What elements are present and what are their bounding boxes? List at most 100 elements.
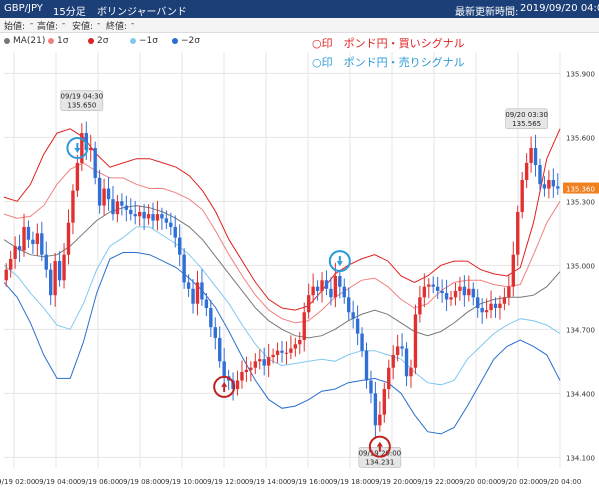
legend-item-minus2sigma[interactable]: −2σ (172, 36, 200, 46)
y-tick-label: 135.900 (566, 70, 595, 78)
indicator-label: ボリンジャーバンド (97, 7, 187, 18)
candle-body (395, 346, 400, 355)
candle-body (302, 312, 306, 340)
candle-body (129, 209, 133, 215)
candle-body (435, 286, 440, 291)
candle-body (324, 280, 329, 289)
legend-item-1sigma[interactable]: 1σ (48, 36, 68, 46)
buy-signal-arrow-stem (223, 386, 226, 392)
y-tick-label: 135.600 (566, 134, 595, 142)
x-tick-label: 09/19 16:00 (287, 478, 330, 486)
candle-body (213, 327, 217, 338)
candle-body (373, 393, 378, 426)
candle-body (178, 237, 182, 255)
callout-price: 135.650 (67, 102, 96, 110)
candle-body (364, 350, 369, 381)
buy-signal-circle (368, 435, 391, 458)
legend-label: 1σ (57, 36, 69, 46)
candle-body (191, 288, 195, 304)
candle-body (258, 359, 262, 362)
candle-body (204, 299, 209, 308)
band-line (3, 128, 561, 311)
open-value: - (30, 19, 34, 29)
candle-body (40, 233, 44, 255)
buy-signal-arrow-icon (376, 441, 383, 447)
chart-canvas[interactable]: 09/19 04:30135.650 09/20 03:30135.565 09/1… (0, 0, 599, 488)
candle-body (71, 190, 75, 223)
y-tick-label: 135.000 (566, 262, 595, 270)
candle-body (53, 261, 57, 296)
y-tick-label: 134.400 (566, 390, 595, 398)
buy-signal-arrow-stem (378, 446, 381, 452)
candle-body (240, 372, 244, 381)
candle-body (507, 286, 511, 298)
sell-signal-annotation: ○印 ポンド円・売りシグナル (312, 55, 465, 69)
candle-body (476, 297, 480, 308)
y-tick-label: 134.700 (566, 326, 595, 334)
candle-body (253, 361, 258, 368)
candle-body (275, 350, 280, 355)
candle-body (467, 288, 471, 296)
candle-body (151, 214, 155, 221)
candle-body (137, 212, 142, 217)
title-bar: GBP/JPY 15分足 ボリンジャーバンド 最新更新時間: 2019/09/2… (0, 0, 599, 18)
candle-body (231, 380, 235, 390)
candle-body (413, 314, 418, 368)
callout-time: 09/19 04:30 (61, 93, 104, 101)
candle-body (529, 148, 533, 163)
legend-label: −1σ (139, 36, 158, 46)
candle-body (262, 359, 266, 366)
candle-body (360, 333, 364, 351)
sell-signal-arrow-icon (336, 261, 343, 267)
legend-item-minus1sigma[interactable]: −1σ (130, 36, 158, 46)
buy-signal-circle (213, 375, 236, 398)
x-tick-label: 09/20 02:00 (497, 478, 540, 486)
candle-body (516, 212, 520, 255)
candle-body (226, 376, 231, 381)
x-tick-label: 09/20 00:00 (455, 478, 498, 486)
x-tick-label: 09/19 14:00 (245, 478, 288, 486)
candle-body (49, 269, 53, 296)
x-tick-label: 09/19 12:00 (203, 478, 246, 486)
legend-item-ma[interactable]: MA(21) (4, 36, 45, 46)
x-tick-label: 09/19 22:00 (413, 478, 456, 486)
band-line (3, 226, 561, 386)
candle-body (311, 286, 315, 296)
candle-body (369, 380, 373, 394)
legend-label: 2σ (97, 36, 109, 46)
candle-body (524, 162, 529, 180)
candle-body (62, 254, 66, 281)
candle-body (351, 312, 355, 319)
candle-body (440, 290, 444, 294)
sell-signal-arrow-stem (76, 143, 79, 148)
candle-body (538, 165, 542, 185)
candle-body (458, 286, 462, 291)
candle-body (182, 254, 186, 283)
candle-body (280, 350, 284, 353)
updated-label: 最新更新時間: (455, 7, 519, 18)
pair-label: GBP/JPY (4, 3, 43, 14)
candle-body (520, 180, 524, 212)
candle-body (547, 180, 551, 189)
candle-body (235, 380, 240, 390)
legend-dot (130, 38, 136, 44)
close-value: - (131, 19, 135, 29)
candle-body (8, 258, 13, 270)
x-tick-label: 09/20 04:00 (539, 478, 582, 486)
candle-body (404, 348, 409, 377)
candle-body (84, 133, 88, 151)
sell-signal-circle (328, 250, 351, 273)
sell-signal-arrow-icon (74, 148, 81, 153)
candle-body (551, 180, 556, 187)
last-price-label: 135.360 (566, 186, 595, 194)
legend-item-2sigma[interactable]: 2σ (88, 36, 108, 46)
high-label: 高値: (37, 22, 59, 32)
candle-body (493, 303, 498, 308)
callout-box (60, 90, 104, 111)
callout-price: 134.231 (365, 458, 394, 466)
candle-body (409, 367, 413, 377)
legend-label: MA(21) (13, 36, 46, 46)
candle-body (431, 284, 435, 287)
band-line (3, 205, 561, 339)
candle-body (218, 337, 222, 362)
